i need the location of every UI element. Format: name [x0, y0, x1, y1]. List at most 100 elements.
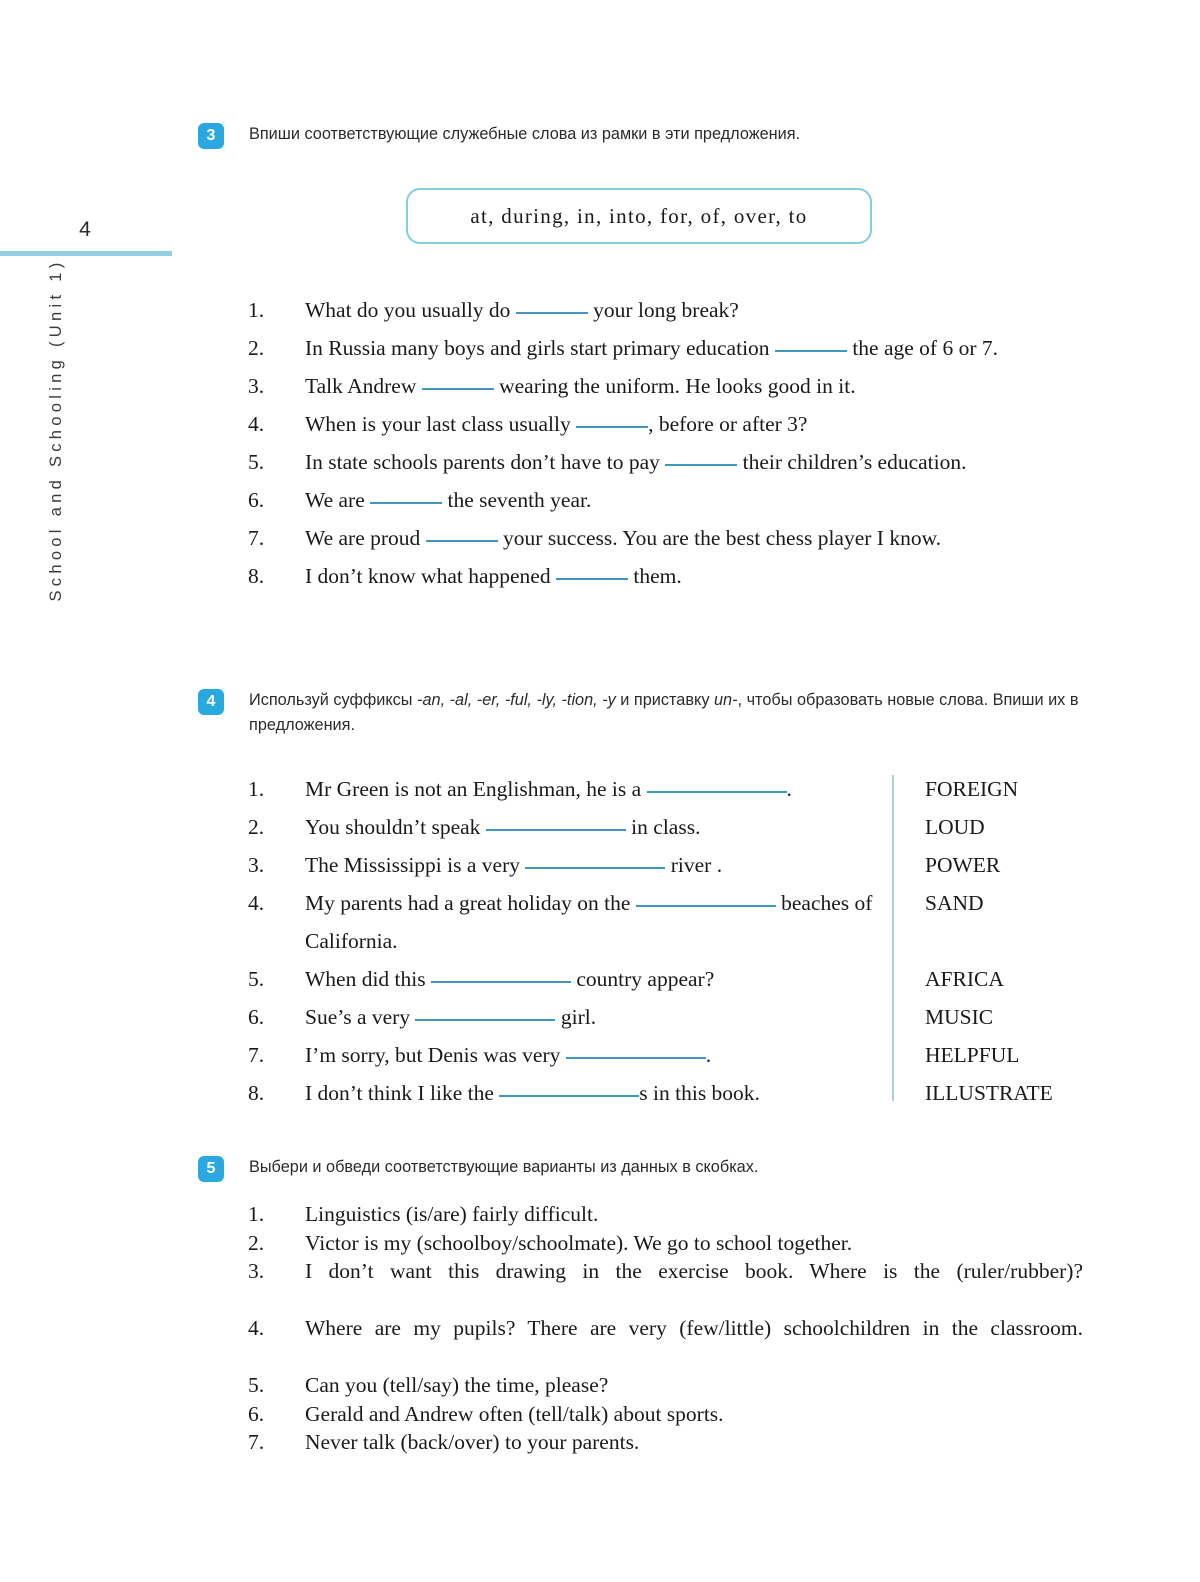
- exercise-3-header: 3 Впиши соответствующие служебные слова …: [198, 122, 1098, 149]
- answer-blank[interactable]: [425, 540, 498, 542]
- word-bank-text: at, during, in, into, for, of, over, to: [470, 203, 808, 228]
- item-text-before: Talk Andrew: [305, 374, 422, 398]
- list-item: 1. What do you usually do your long break…: [248, 291, 1093, 329]
- answer-blank[interactable]: [635, 905, 776, 907]
- answer-blank[interactable]: [415, 1019, 556, 1021]
- answer-blank[interactable]: [370, 502, 443, 504]
- item-text-after: the age of 6 or 7.: [846, 336, 998, 360]
- item-number: 5.: [248, 450, 265, 474]
- exercise-3-list: 1. What do you usually do your long break…: [248, 291, 1093, 595]
- item-text-before: Sue’s a very: [305, 1005, 416, 1029]
- exercise-4-header: 4 Используй суффиксы -an, -al, -er, -ful…: [198, 688, 1098, 738]
- list-item: 7. We are proud your success. You are the…: [248, 519, 1093, 557]
- list-item: 5. In state schools parents don’t have to…: [248, 443, 1093, 481]
- answer-blank[interactable]: [525, 867, 666, 869]
- item-text: Can you (tell/say) the time, please?: [305, 1373, 609, 1397]
- item-number: 7.: [248, 1430, 265, 1454]
- item-text-before: The Mississippi is a very: [305, 853, 526, 877]
- cue-word: HELPFUL: [925, 1043, 1020, 1067]
- item-text-after: your long break?: [587, 298, 739, 322]
- list-item: 4. My parents had a great holiday on the …: [248, 884, 888, 960]
- list-item: 7. Never talk (back/over) to your parents…: [248, 1428, 1083, 1457]
- item-text-after: , before or after 3?: [648, 412, 808, 436]
- page-number: 4: [79, 218, 91, 241]
- item-text-after: country appear?: [571, 967, 715, 991]
- answer-blank[interactable]: [431, 981, 571, 983]
- exercise-3-badge: 3: [198, 123, 224, 149]
- list-item: 3. The Mississippi is a very river .: [248, 846, 888, 884]
- list-item: 6. Sue’s a very girl.: [248, 998, 888, 1036]
- list-item: 2. You shouldn’t speak in class.: [248, 808, 888, 846]
- exercise-5-instruction: Выбери и обведи соответствующие варианты…: [249, 1158, 759, 1176]
- item-text-before: When did this: [305, 967, 431, 991]
- list-item: 6. Gerald and Andrew often (tell/talk) ab…: [248, 1400, 1083, 1429]
- item-text: I don’t want this drawing in the exercis…: [305, 1259, 1083, 1283]
- item-number: 2.: [248, 815, 265, 839]
- item-text-after: them.: [627, 564, 682, 588]
- margin-rule: [0, 251, 172, 256]
- item-text-before: Mr Green is not an Englishman, he is a: [305, 777, 647, 801]
- answer-blank[interactable]: [576, 426, 649, 428]
- answer-blank[interactable]: [565, 1057, 706, 1059]
- item-text-after: s in this book.: [639, 1081, 760, 1105]
- list-item: 2. In Russia many boys and girls start pr…: [248, 329, 1093, 367]
- answer-blank[interactable]: [555, 578, 628, 580]
- item-number: 7.: [248, 1043, 265, 1067]
- list-item: 7. I’m sorry, but Denis was very .: [248, 1036, 888, 1074]
- answer-blank[interactable]: [515, 312, 588, 314]
- item-number: 5.: [248, 1373, 265, 1397]
- item-number: 4.: [248, 412, 265, 436]
- answer-blank[interactable]: [774, 350, 847, 352]
- item-number: 2.: [248, 1230, 265, 1255]
- exercise-5-list: 1. Linguistics (is/are) fairly difficult.…: [248, 1200, 1083, 1457]
- instruction-prefix: un-: [713, 691, 738, 709]
- item-text-after: the seventh year.: [442, 488, 592, 512]
- exercise-4-instruction: Используй суффиксы -an, -al, -er, -ful, …: [249, 688, 1087, 738]
- cue-word: AFRICA: [925, 967, 1004, 991]
- answer-blank[interactable]: [421, 388, 494, 390]
- answer-blank[interactable]: [485, 829, 626, 831]
- item-text-before: In state schools parents don’t have to p…: [305, 450, 666, 474]
- item-number: 4.: [248, 1316, 265, 1340]
- item-text: Where are my pupils? There are very (few…: [305, 1316, 1083, 1340]
- item-text-before: You shouldn’t speak: [305, 815, 486, 839]
- list-item: 1. Mr Green is not an Englishman, he is a…: [248, 770, 888, 808]
- answer-blank[interactable]: [646, 791, 787, 793]
- item-text-after: river .: [665, 853, 723, 877]
- item-text: Gerald and Andrew often (tell/talk) abou…: [305, 1401, 724, 1426]
- list-item: 8. I don’t think I like the s in this boo…: [248, 1074, 888, 1112]
- item-number: 6.: [248, 1401, 265, 1426]
- item-number: 8.: [248, 564, 265, 588]
- list-item: 3. I don’t want this drawing in the exerc…: [248, 1257, 1083, 1314]
- list-item: 3. Talk Andrew wearing the uniform. He lo…: [248, 367, 1093, 405]
- list-item: 2. Victor is my (schoolboy/schoolmate). W…: [248, 1229, 1083, 1258]
- exercise-4-divider: [892, 775, 894, 1101]
- exercise-3: 3 Впиши соответствующие служебные слова …: [198, 122, 1098, 149]
- item-text: Victor is my (schoolboy/schoolmate). We …: [305, 1230, 853, 1255]
- answer-blank[interactable]: [499, 1095, 640, 1097]
- item-text-before: I don’t know what happened: [305, 564, 556, 588]
- item-text-after: their children’s education.: [737, 450, 967, 474]
- running-title: School and Schooling (Unit 1): [47, 210, 77, 650]
- word-bank-frame: at, during, in, into, for, of, over, to: [406, 188, 872, 244]
- exercise-4-list: 1. Mr Green is not an Englishman, he is a…: [248, 770, 888, 1112]
- list-item: 4. Where are my pupils? There are very (f…: [248, 1314, 1083, 1371]
- item-number: 3.: [248, 374, 265, 398]
- item-number: 7.: [248, 526, 265, 550]
- cue-word: POWER: [925, 853, 1001, 877]
- item-number: 8.: [248, 1081, 265, 1105]
- item-text-after: .: [705, 1043, 712, 1067]
- item-number: 1.: [248, 298, 265, 322]
- list-item: 6. We are the seventh year.: [248, 481, 1093, 519]
- cue-word: MUSIC: [925, 1005, 994, 1029]
- item-text-after: your success. You are the best chess pla…: [497, 526, 942, 550]
- cue-word-spacer: [925, 922, 1125, 960]
- item-text-before: In Russia many boys and girls start prim…: [305, 336, 775, 360]
- list-item: 8. I don’t know what happened them.: [248, 557, 1093, 595]
- item-text-before: I don’t think I like the: [305, 1081, 500, 1105]
- answer-blank[interactable]: [665, 464, 738, 466]
- list-item: 5. When did this country appear?: [248, 960, 888, 998]
- item-text-before: When is your last class usually: [305, 412, 577, 436]
- item-text: Never talk (back/over) to your parents.: [305, 1430, 640, 1454]
- item-number: 4.: [248, 891, 265, 915]
